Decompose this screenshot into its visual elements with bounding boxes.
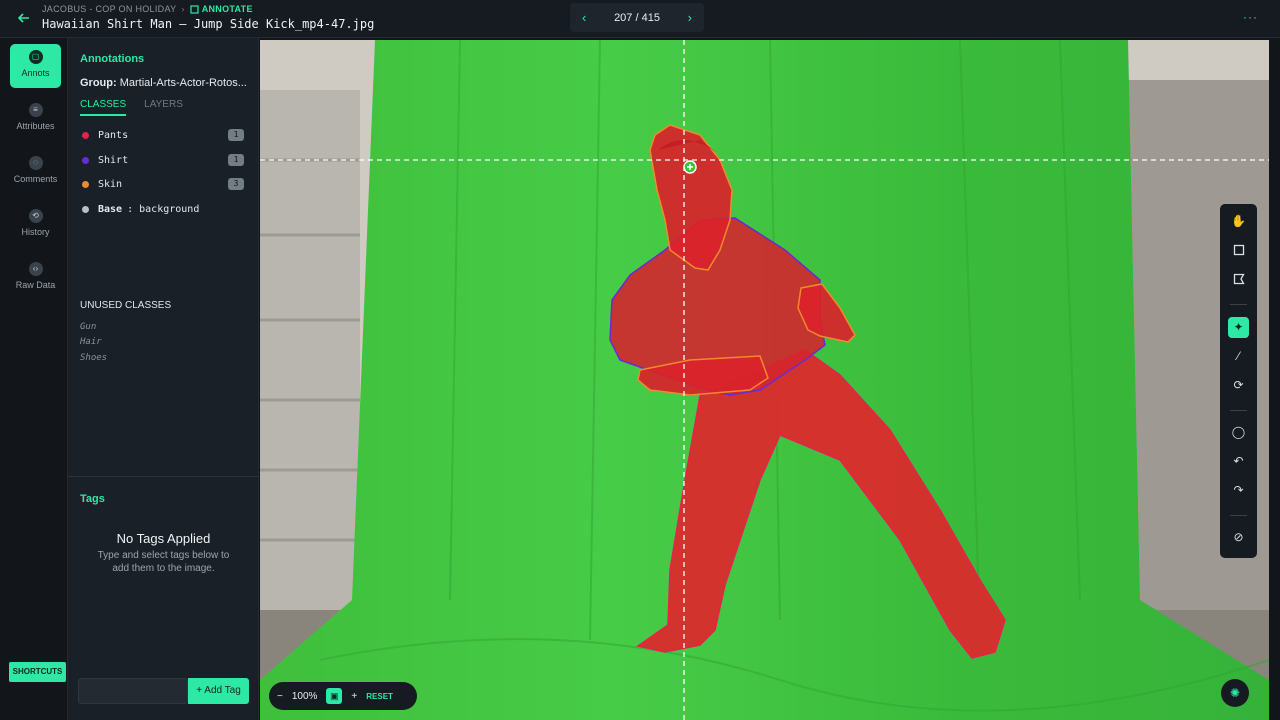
breadcrumb-mode-label: ANNOTATE xyxy=(201,4,253,14)
unused-class-item[interactable]: Gun xyxy=(80,322,96,332)
class-count-badge: 1 xyxy=(228,129,244,141)
zoom-level: 100% xyxy=(291,690,318,702)
image-canvas[interactable] xyxy=(260,40,1269,720)
class-name: Pants xyxy=(98,129,129,141)
shortcuts-button[interactable]: SHORTCUTS xyxy=(9,662,66,682)
garage-door xyxy=(260,90,360,610)
nav-raw-data-label: Raw Data xyxy=(15,280,56,290)
tool-bar: ✋ ✦ ⁄ ⟳ ◯ ↶ ↷ ⊘ xyxy=(1220,204,1257,558)
nav-history-label: History xyxy=(21,227,50,237)
tab-layers[interactable]: LAYERS xyxy=(144,99,183,116)
breadcrumb: JACOBUS - COP ON HOLIDAY › ANNOTATE xyxy=(42,4,253,14)
list-icon: ≡ xyxy=(28,103,43,117)
class-row-skin[interactable]: Skin 3 xyxy=(82,176,244,192)
no-tags-subtitle: Type and select tags below to add them t… xyxy=(97,550,230,574)
zoom-in-button[interactable]: + xyxy=(351,691,357,702)
code-icon: ‹› xyxy=(28,262,43,276)
group-selector[interactable]: Group: Martial-Arts-Actor-Rotos... xyxy=(80,77,252,89)
class-name: Shirt xyxy=(98,154,129,166)
add-tag-button[interactable]: + Add Tag xyxy=(188,678,249,704)
more-options-icon[interactable]: ··· xyxy=(1243,10,1258,24)
class-base-value: : background xyxy=(127,203,200,215)
class-row-pants[interactable]: Pants 1 xyxy=(82,127,244,143)
polygon-shape-icon xyxy=(1233,273,1245,285)
toolbar-divider xyxy=(1230,304,1247,305)
bbox-shape-icon xyxy=(1233,244,1244,256)
previous-image-button[interactable]: ‹ xyxy=(582,10,586,25)
panel-title: Annotations xyxy=(80,53,145,65)
polygon-tool-icon[interactable] xyxy=(1228,269,1249,290)
back-arrow-icon[interactable] xyxy=(16,10,32,26)
comment-icon: ◌ xyxy=(28,156,43,170)
class-row-base[interactable]: Base : background xyxy=(82,201,244,217)
hide-annotations-icon[interactable]: ⊘ xyxy=(1228,527,1249,548)
repeat-previous-tool-icon[interactable]: ⟳ xyxy=(1228,375,1249,396)
class-name: Base xyxy=(98,203,123,215)
class-color-dot xyxy=(82,205,89,213)
class-count-badge: 1 xyxy=(228,154,244,166)
class-name: Skin xyxy=(98,178,123,190)
zoom-out-button[interactable]: − xyxy=(277,691,283,702)
redo-icon[interactable]: ↷ xyxy=(1228,480,1249,501)
breadcrumb-project[interactable]: JACOBUS - COP ON HOLIDAY xyxy=(42,4,176,14)
toolbar-divider xyxy=(1230,515,1247,516)
nav-attributes-label: Attributes xyxy=(16,121,55,131)
annotations-panel: Annotations Group: Martial-Arts-Actor-Ro… xyxy=(68,38,259,720)
tag-input[interactable] xyxy=(78,678,188,704)
annotated-image[interactable] xyxy=(260,40,1269,720)
settings-gear-icon[interactable]: ✺ xyxy=(1221,679,1249,707)
group-label: Group: xyxy=(80,77,117,89)
toolbar-divider xyxy=(1230,410,1247,411)
annotate-icon xyxy=(190,4,199,14)
group-value: Martial-Arts-Actor-Rotos... xyxy=(119,77,247,89)
smart-polygon-tool-icon[interactable]: ✦ xyxy=(1228,317,1249,338)
comment-tool-icon[interactable]: ◯ xyxy=(1228,422,1249,443)
class-color-dot xyxy=(82,180,89,188)
unused-class-item[interactable]: Hair xyxy=(80,337,102,347)
file-title: Hawaiian Shirt Man – Jump Side Kick_mp4-… xyxy=(42,17,375,31)
class-row-shirt[interactable]: Shirt 1 xyxy=(82,152,244,168)
bounding-box-tool-icon[interactable] xyxy=(1228,240,1249,261)
zoom-controls: − 100% ▣ + RESET xyxy=(269,682,417,710)
left-navigation: ▢ Annots ≡ Attributes ◌ Comments ⟲ Histo… xyxy=(0,38,68,720)
reset-zoom-button[interactable]: RESET xyxy=(366,692,393,701)
nav-annots-label: Annots xyxy=(21,68,50,78)
nav-history[interactable]: ⟲ History xyxy=(10,203,61,247)
undo-icon[interactable]: ↶ xyxy=(1228,451,1249,472)
nav-attributes[interactable]: ≡ Attributes xyxy=(10,97,61,141)
no-tags-title: No Tags Applied xyxy=(116,531,211,546)
pan-tool-icon[interactable]: ✋ xyxy=(1228,211,1249,232)
nav-annots[interactable]: ▢ Annots xyxy=(10,44,61,88)
unused-class-item[interactable]: Shoes xyxy=(80,353,107,363)
panel-tabs: CLASSES LAYERS xyxy=(80,99,183,116)
class-count-badge: 3 xyxy=(228,178,244,190)
lock-zoom-icon[interactable]: ▣ xyxy=(326,688,343,704)
class-color-dot xyxy=(82,156,89,164)
class-color-dot xyxy=(82,131,89,139)
nav-raw-data[interactable]: ‹› Raw Data xyxy=(10,256,61,300)
history-icon: ⟲ xyxy=(28,209,43,223)
panel-divider xyxy=(68,476,259,477)
nav-comments[interactable]: ◌ Comments xyxy=(10,150,61,194)
breadcrumb-mode: ANNOTATE xyxy=(190,4,253,14)
tab-classes[interactable]: CLASSES xyxy=(80,99,127,116)
nav-comments-label: Comments xyxy=(13,174,58,184)
top-bar: JACOBUS - COP ON HOLIDAY › ANNOTATE Hawa… xyxy=(0,0,1280,38)
image-counter: 207 / 415 xyxy=(614,11,660,24)
tags-heading: Tags xyxy=(80,493,105,505)
unused-classes-heading: UNUSED CLASSES xyxy=(80,300,172,311)
image-pager: ‹ 207 / 415 › xyxy=(570,3,704,32)
magic-wand-tool-icon[interactable]: ⁄ xyxy=(1228,346,1249,367)
breadcrumb-separator: › xyxy=(181,4,185,14)
next-image-button[interactable]: › xyxy=(688,10,692,25)
annotations-icon: ▢ xyxy=(28,50,43,64)
